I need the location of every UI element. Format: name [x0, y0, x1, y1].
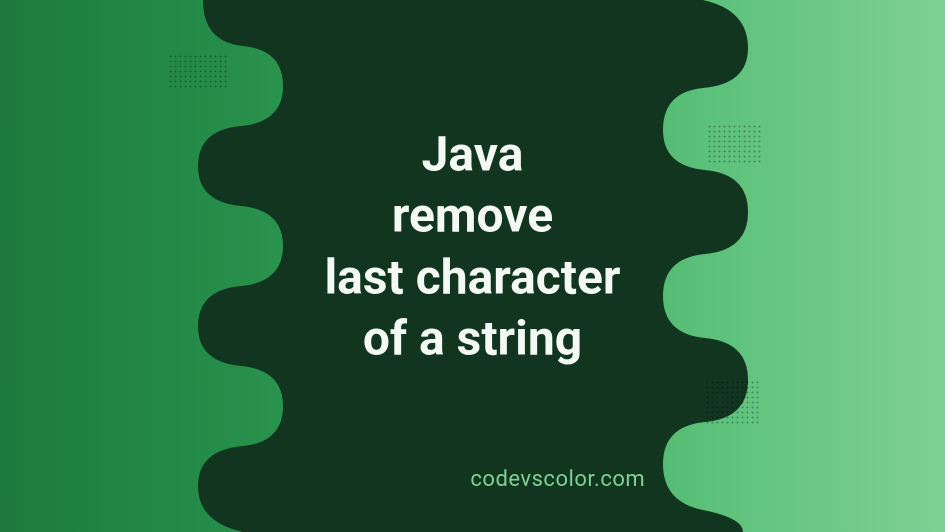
decorative-dots-bottom-right: [705, 380, 761, 424]
title-line-2: remove: [324, 185, 620, 246]
banner-title: Java remove last character of a string: [324, 123, 620, 369]
title-line-3: last character: [324, 246, 620, 307]
watermark-text: codevscolor.com: [470, 467, 645, 492]
banner-container: Java remove last character of a string c…: [0, 0, 945, 532]
title-line-4: of a string: [324, 308, 620, 369]
title-line-1: Java: [324, 123, 620, 184]
decorative-dots-top-right: [707, 124, 761, 164]
decorative-dots-top-left: [168, 54, 228, 90]
